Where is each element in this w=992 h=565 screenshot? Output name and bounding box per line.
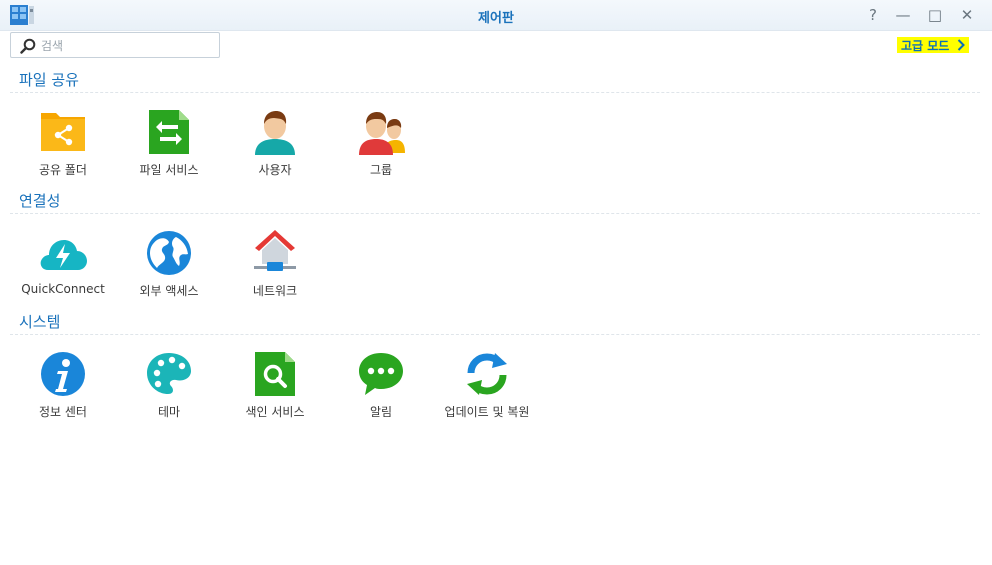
help-icon: ? xyxy=(869,6,877,24)
search-icon xyxy=(20,38,36,54)
section-divider xyxy=(10,213,980,214)
search-box[interactable] xyxy=(10,32,220,58)
help-button[interactable]: ? xyxy=(863,5,883,25)
update-restore-label: 업데이트 및 복원 xyxy=(444,405,530,419)
close-button[interactable]: ✕ xyxy=(957,5,977,25)
window-title: 제어판 xyxy=(478,11,514,26)
section-divider xyxy=(10,334,980,335)
minimize-button[interactable]: — xyxy=(893,5,913,25)
external-access-item[interactable]: 외부 액세스 xyxy=(114,228,224,299)
group-label: 그룹 xyxy=(369,163,393,177)
network-item[interactable]: 네트워크 xyxy=(220,228,330,299)
maximize-icon: □ xyxy=(927,6,943,24)
shared-folder-label: 공유 폴더 xyxy=(39,163,87,177)
indexing-service-icon xyxy=(255,352,295,396)
network-label: 네트워크 xyxy=(252,284,298,298)
notification-item[interactable]: 알림 xyxy=(326,349,436,420)
quickconnect-icon xyxy=(40,240,87,270)
file-services-label: 파일 서비스 xyxy=(139,163,199,177)
chevron-right-icon xyxy=(958,39,966,51)
external-access-label: 외부 액세스 xyxy=(139,284,199,298)
theme-item[interactable]: 테마 xyxy=(114,349,224,420)
theme-label: 테마 xyxy=(157,405,181,419)
user-icon xyxy=(255,111,295,155)
shared-folder-item[interactable]: 공유 폴더 xyxy=(8,107,118,178)
user-label: 사용자 xyxy=(258,163,292,177)
title-bar: 제어판 ? — □ ✕ xyxy=(0,0,992,31)
minimize-icon: — xyxy=(895,6,911,24)
advanced-mode-link[interactable]: 고급 모드 xyxy=(897,37,970,53)
section-title-file-sharing: 파일 공유 xyxy=(19,71,79,89)
user-item[interactable]: 사용자 xyxy=(220,107,330,178)
maximize-button[interactable]: □ xyxy=(925,5,945,25)
notification-icon xyxy=(359,353,403,395)
info-center-item[interactable]: 정보 센터 xyxy=(8,349,118,420)
info-center-label: 정보 센터 xyxy=(39,405,87,419)
section-title-system: 시스템 xyxy=(19,313,61,331)
theme-palette-icon xyxy=(147,353,191,394)
info-center-icon xyxy=(41,352,85,396)
notification-label: 알림 xyxy=(369,405,393,419)
section-title-connectivity: 연결성 xyxy=(19,192,61,210)
section-divider xyxy=(10,92,980,93)
indexing-service-item[interactable]: 색인 서비스 xyxy=(220,349,330,420)
advanced-mode-label: 고급 모드 xyxy=(901,38,950,53)
update-restore-item[interactable]: 업데이트 및 복원 xyxy=(432,349,542,420)
file-services-item[interactable]: 파일 서비스 xyxy=(114,107,224,178)
shared-folder-icon xyxy=(41,113,85,151)
group-item[interactable]: 그룹 xyxy=(326,107,436,178)
file-services-icon xyxy=(149,110,189,154)
quickconnect-item[interactable]: QuickConnect xyxy=(8,228,118,296)
update-restore-icon xyxy=(467,353,507,395)
quickconnect-label: QuickConnect xyxy=(21,282,105,296)
close-icon: ✕ xyxy=(960,6,974,24)
indexing-service-label: 색인 서비스 xyxy=(245,405,305,419)
external-access-icon xyxy=(147,231,191,275)
search-input[interactable] xyxy=(39,35,218,57)
group-icon xyxy=(359,112,405,155)
network-icon xyxy=(254,230,296,271)
